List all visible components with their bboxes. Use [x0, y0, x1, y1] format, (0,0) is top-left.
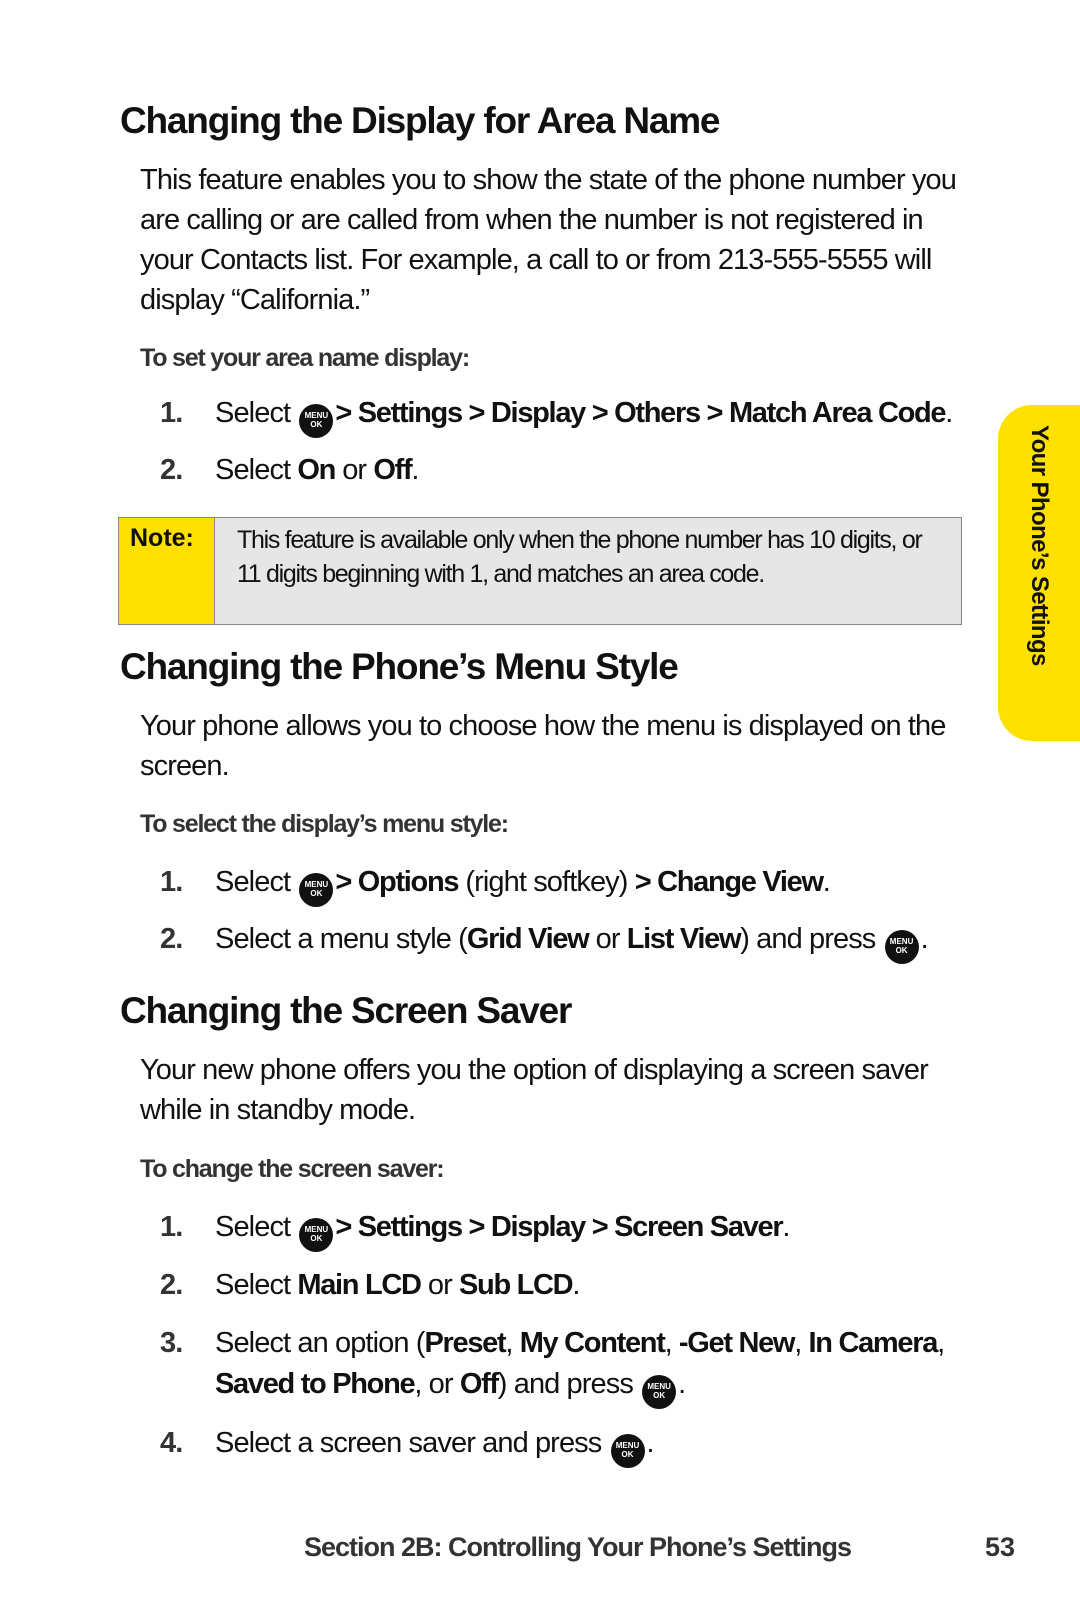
- menu-path: > Change View: [634, 866, 824, 898]
- punct: ,: [937, 1327, 945, 1359]
- procedure-title-screen-saver: To change the screen saver:: [140, 1155, 445, 1183]
- step-area-name-1: 1. Select MENU OK > Settings > Display > O…: [160, 393, 980, 438]
- step-text: ) and press: [740, 923, 876, 955]
- punct: .: [646, 1427, 655, 1459]
- chapter-side-tab-label: Your Phone’s Settings: [1026, 425, 1053, 666]
- note-text: This feature is available only when the …: [237, 526, 923, 588]
- step-text: Select: [215, 397, 291, 429]
- step-text: Select an option (: [215, 1327, 425, 1359]
- punct: .: [822, 866, 831, 898]
- procedure-title-menu-style: To select the display’s menu style:: [140, 810, 509, 838]
- option-grid-view: Grid View: [466, 923, 590, 955]
- punct: .: [411, 454, 419, 486]
- manual-page: Changing the Display for Area Name This …: [0, 0, 1080, 1620]
- step-number: 4.: [160, 1427, 183, 1459]
- section-body-screen-saver: Your new phone offers you the option of …: [140, 1054, 929, 1126]
- option-get-new: -Get New: [678, 1327, 796, 1359]
- step-text: or: [420, 1269, 459, 1301]
- option-sub-lcd: Sub LCD: [459, 1269, 574, 1301]
- step-number: 2.: [160, 454, 183, 486]
- step-text: Select: [215, 1269, 298, 1301]
- punct: .: [945, 397, 953, 429]
- step-number: 1.: [160, 397, 183, 429]
- chapter-side-tab: Your Phone’s Settings: [998, 405, 1080, 741]
- punct: .: [920, 923, 929, 955]
- step-number: 1.: [160, 866, 183, 898]
- punct: ,: [505, 1327, 520, 1359]
- step-text: Select: [215, 866, 291, 898]
- note-box: Note: This feature is available only whe…: [118, 517, 962, 625]
- step-number: 3.: [160, 1327, 183, 1359]
- menu-path: > Settings > Display > Others > Match Ar…: [335, 397, 946, 429]
- option-main-lcd: Main LCD: [297, 1269, 422, 1301]
- option-list-view: List View: [626, 923, 742, 955]
- step-number: 2.: [160, 923, 183, 955]
- step-number: 2.: [160, 1269, 183, 1301]
- step-text: Select: [215, 1211, 291, 1243]
- step-menu-style-1: 1. Select MENU OK > Options (right softkey…: [160, 862, 980, 907]
- section-body-area-name: This feature enables you to show the sta…: [140, 164, 957, 316]
- section-body-menu-style: Your phone allows you to choose how the …: [140, 710, 946, 782]
- note-label: Note:: [119, 518, 215, 624]
- section-title-menu-style: Changing the Phone’s Menu Style: [120, 646, 679, 687]
- menu-ok-key-icon: MENU OK: [642, 1375, 677, 1409]
- step-area-name-2: 2. Select On or Off.: [160, 450, 980, 491]
- step-text: or: [335, 454, 374, 486]
- step-screen-saver-2: 2. Select Main LCD or Sub LCD.: [160, 1265, 980, 1306]
- section-title-screen-saver: Changing the Screen Saver: [120, 990, 572, 1031]
- menu-ok-key-icon: MENU OK: [884, 930, 919, 964]
- step-text: Select a menu style (: [215, 923, 468, 955]
- procedure-title-area-name: To set your area name display:: [140, 344, 470, 372]
- punct: ,: [794, 1327, 809, 1359]
- option-my-content: My Content: [519, 1327, 666, 1359]
- punct: .: [782, 1211, 790, 1243]
- option-off: Off: [373, 454, 412, 486]
- punct: .: [678, 1368, 686, 1400]
- step-number: 1.: [160, 1211, 183, 1243]
- step-text: , or: [414, 1368, 460, 1400]
- punct: .: [572, 1269, 580, 1301]
- punct: ,: [664, 1327, 679, 1359]
- step-screen-saver-4: 4. Select a screen saver and press MENU O…: [160, 1423, 980, 1468]
- step-screen-saver-3: 3. Select an option (Preset, My Content,…: [160, 1323, 980, 1409]
- step-text: (right softkey): [458, 866, 635, 898]
- menu-ok-key-icon: MENU OK: [299, 404, 334, 438]
- section-title-area-name: Changing the Display for Area Name: [120, 100, 720, 141]
- step-screen-saver-1: 1. Select MENU OK > Settings > Display > S…: [160, 1207, 980, 1252]
- option-preset: Preset: [424, 1327, 507, 1359]
- step-text: Select a screen saver and press: [215, 1427, 602, 1459]
- option-in-camera: In Camera: [808, 1327, 939, 1359]
- footer-section-title: Section 2B: Controlling Your Phone’s Set…: [304, 1532, 852, 1562]
- step-text: ) and press: [497, 1368, 634, 1400]
- option-off: Off: [459, 1368, 499, 1400]
- option-on: On: [297, 454, 336, 486]
- step-menu-style-2: 2. Select a menu style (Grid View or Lis…: [160, 919, 980, 964]
- menu-path: > Settings > Display > Screen Saver: [335, 1211, 783, 1243]
- page-number: 53: [985, 1532, 1016, 1562]
- option-saved-to-phone: Saved to Phone: [215, 1368, 416, 1400]
- step-text: Select: [215, 454, 298, 486]
- menu-ok-key-icon: MENU OK: [299, 1218, 334, 1252]
- menu-ok-key-icon: MENU OK: [299, 873, 334, 907]
- step-text: or: [588, 923, 627, 955]
- menu-ok-key-icon: MENU OK: [610, 1434, 645, 1468]
- menu-path: > Options: [335, 866, 459, 898]
